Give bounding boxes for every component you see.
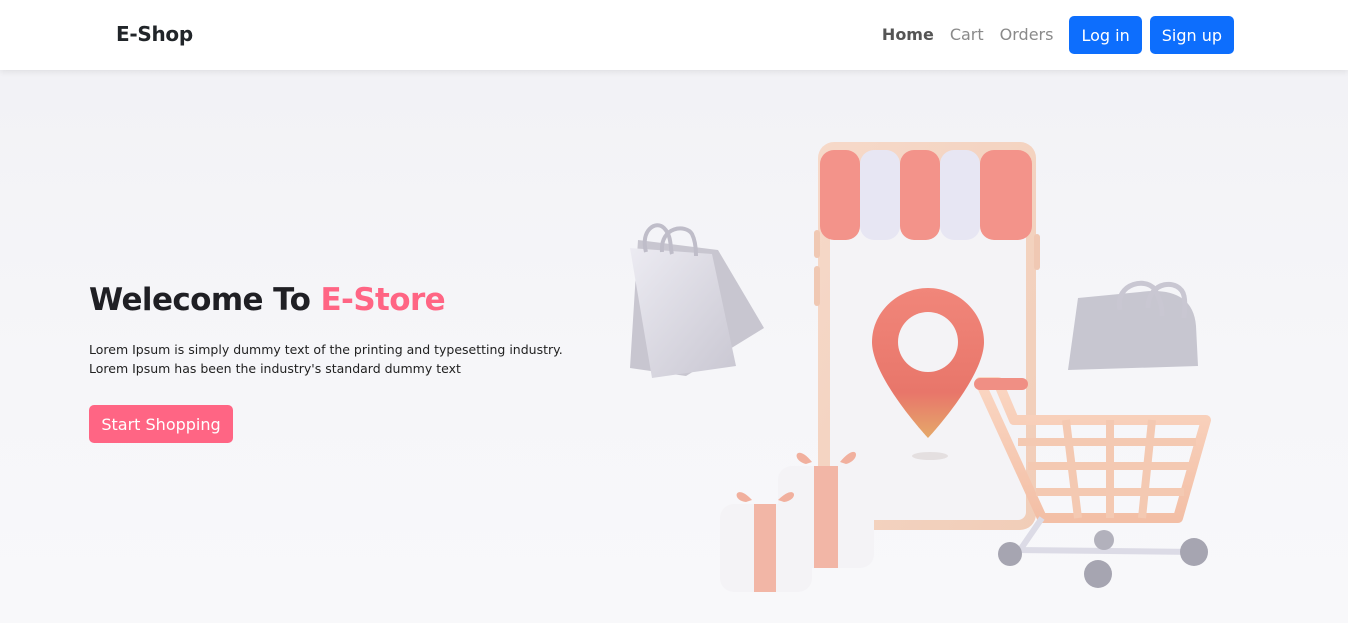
nav-link-orders[interactable]: Orders	[1000, 16, 1054, 54]
online-store-illustration	[630, 142, 1211, 592]
hero-text-line1: Lorem Ipsum is simply dummy text of the …	[89, 342, 563, 357]
signup-button[interactable]: Sign up	[1149, 16, 1234, 54]
login-button[interactable]: Log in	[1069, 16, 1142, 54]
start-shopping-button[interactable]: Start Shopping	[89, 405, 233, 443]
hero-text-line2: Lorem Ipsum has been the industry's stan…	[89, 361, 461, 376]
hero-description: Lorem Ipsum is simply dummy text of the …	[89, 340, 609, 378]
gift-box-icon	[720, 451, 874, 592]
hero-title-accent: E-Store	[320, 282, 446, 318]
hero-title-prefix: Welecome To	[89, 282, 321, 318]
shopping-bag-icon	[630, 223, 764, 378]
brand-logo[interactable]: E-Shop	[116, 22, 193, 46]
navbar: E-Shop Home Cart Orders Log in Sign up	[0, 0, 1348, 70]
nav-link-cart[interactable]: Cart	[950, 16, 984, 54]
nav-link-home[interactable]: Home	[882, 16, 934, 54]
nav-links: Home Cart Orders Log in Sign up	[882, 16, 1234, 54]
hero-title: Welecome To E-Store	[89, 282, 446, 318]
